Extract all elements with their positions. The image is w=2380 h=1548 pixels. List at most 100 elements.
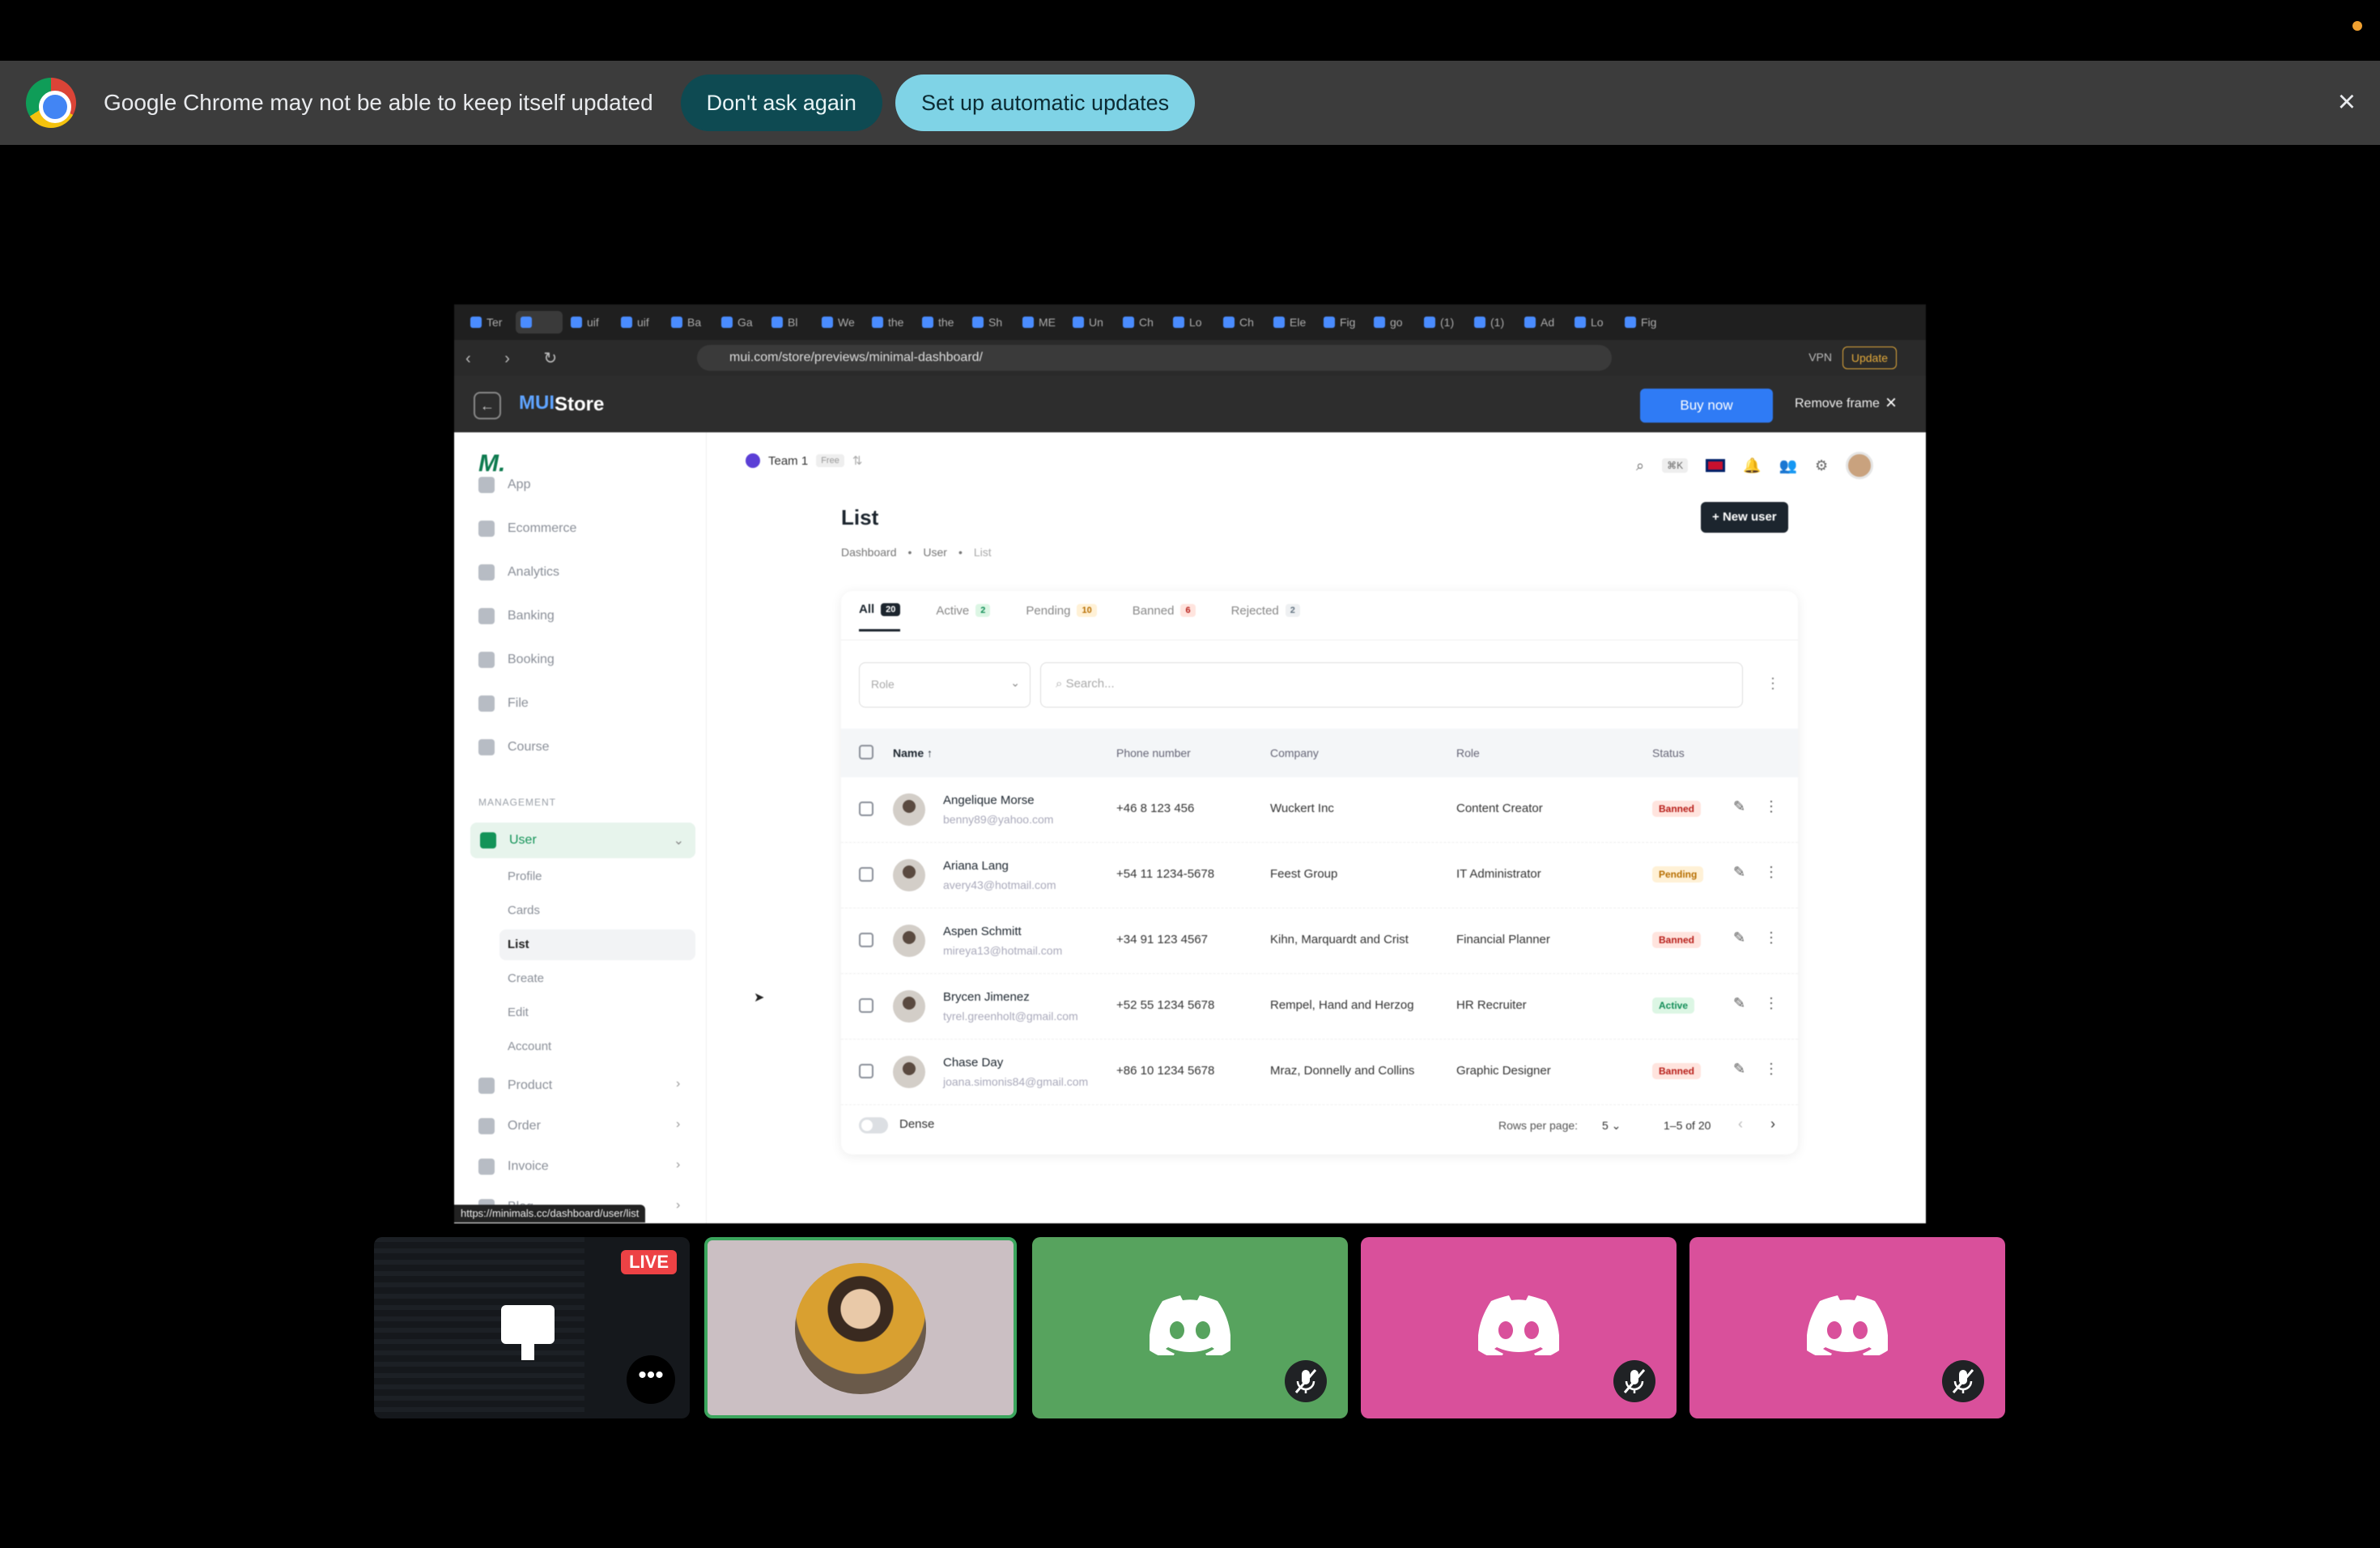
edit-pencil-icon[interactable]: ✎ [1733, 995, 1745, 1012]
search-icon[interactable]: ⌕ [1636, 457, 1644, 474]
column-name[interactable]: Name ↑ [893, 746, 933, 759]
browser-tab[interactable]: Sh [967, 311, 1014, 334]
browser-tab[interactable]: uif [616, 311, 663, 334]
browser-tab[interactable]: Ad [1519, 311, 1566, 334]
table-row[interactable]: Angelique Morse benny89@yahoo.com +46 8 12… [841, 777, 1798, 843]
browser-tab[interactable]: Bl [767, 311, 814, 334]
browser-tab[interactable]: (1) [1469, 311, 1516, 334]
browser-tab[interactable]: the [867, 311, 914, 334]
avatar[interactable] [1846, 452, 1874, 479]
new-user-button[interactable]: + New user [1701, 502, 1788, 533]
team-switcher[interactable]: Team 1 Free ⇅ [746, 453, 862, 468]
edit-pencil-icon[interactable]: ✎ [1733, 1061, 1745, 1078]
remove-frame-button[interactable]: Remove frame [1795, 397, 1880, 411]
breadcrumb-dashboard[interactable]: Dashboard [841, 546, 897, 559]
select-all-checkbox[interactable] [859, 745, 873, 759]
contacts-icon[interactable]: 👥 [1779, 457, 1797, 474]
tab-pending[interactable]: Pending 10 [1026, 602, 1097, 632]
sidebar-subitem-account[interactable]: Account [508, 1040, 551, 1053]
role-select[interactable]: Role ⌄ [859, 662, 1031, 708]
sidebar-subitem-create[interactable]: Create [508, 972, 544, 985]
browser-tab[interactable]: Fig [1319, 311, 1366, 334]
sidebar-item-product[interactable]: Product [478, 1074, 552, 1098]
column-status[interactable]: Status [1652, 746, 1685, 759]
browser-tab[interactable]: go [1369, 311, 1416, 334]
url-field[interactable]: mui.com/store/previews/minimal-dashboard… [697, 345, 1612, 371]
more-vertical-icon[interactable]: ⋮ [1764, 995, 1779, 1012]
settings-gear-icon[interactable]: ⚙ [1815, 457, 1828, 474]
next-page-icon[interactable]: › [1770, 1116, 1775, 1133]
vpn-label[interactable]: VPN [1808, 351, 1832, 364]
sidebar-item-banking[interactable]: Banking [478, 604, 555, 628]
column-phone[interactable]: Phone number [1116, 746, 1191, 759]
browser-tab[interactable]: ME [1018, 311, 1065, 334]
row-checkbox[interactable] [859, 802, 873, 816]
sidebar-item-order[interactable]: Order [478, 1114, 541, 1138]
sidebar-item-user[interactable]: User ⌄ [470, 823, 695, 858]
sidebar-subitem-cards[interactable]: Cards [508, 904, 540, 917]
browser-tab[interactable]: Un [1068, 311, 1115, 334]
participant-tile[interactable] [1361, 1237, 1677, 1418]
table-row[interactable]: Ariana Lang avery43@hotmail.com +54 11 123… [841, 843, 1798, 908]
sidebar-item-ecommerce[interactable]: Ecommerce [478, 517, 576, 541]
set-up-automatic-updates-button[interactable]: Set up automatic updates [895, 74, 1196, 131]
browser-tab[interactable] [516, 311, 563, 334]
browser-tab[interactable]: Ch [1218, 311, 1265, 334]
dont-ask-again-button[interactable]: Don't ask again [680, 74, 882, 131]
dense-toggle[interactable] [859, 1117, 888, 1133]
browser-tab[interactable]: Lo [1570, 311, 1617, 334]
more-vertical-icon[interactable]: ⋮ [1764, 1061, 1779, 1078]
sidebar-item-file[interactable]: File [478, 691, 529, 716]
browser-update-button[interactable]: Update [1842, 347, 1897, 369]
browser-tab[interactable]: We [817, 311, 864, 334]
edit-pencil-icon[interactable]: ✎ [1733, 798, 1745, 815]
table-row[interactable]: Aspen Schmitt mireya13@hotmail.com +34 91 … [841, 908, 1798, 974]
more-vertical-icon[interactable]: ⋮ [1764, 864, 1779, 881]
remove-frame-close-icon[interactable]: × [1885, 392, 1897, 415]
tab-active[interactable]: Active 2 [936, 602, 991, 632]
row-checkbox[interactable] [859, 998, 873, 1013]
browser-tab[interactable]: uif [566, 311, 613, 334]
browser-tab[interactable]: Ele [1269, 311, 1315, 334]
column-role[interactable]: Role [1456, 746, 1480, 759]
search-input[interactable]: ⌕ Search... [1040, 662, 1743, 708]
browser-tab[interactable]: Fig [1620, 311, 1667, 334]
participant-tile-speaking[interactable] [704, 1237, 1017, 1418]
browser-tab[interactable]: Ch [1118, 311, 1165, 334]
more-vertical-icon[interactable]: ⋮ [1764, 798, 1779, 815]
stream-tile-live[interactable]: LIVE ••• [374, 1237, 690, 1418]
browser-tab[interactable]: the [917, 311, 964, 334]
buy-now-button[interactable]: Buy now [1640, 389, 1773, 423]
more-options-icon[interactable]: ••• [627, 1355, 675, 1404]
column-company[interactable]: Company [1270, 746, 1319, 759]
sidebar-item-analytics[interactable]: Analytics [478, 560, 559, 585]
participant-tile[interactable] [1032, 1237, 1348, 1418]
prev-page-icon[interactable]: ‹ [1738, 1116, 1743, 1133]
sidebar-item-course[interactable]: Course [478, 735, 550, 759]
sidebar-item-invoice[interactable]: Invoice [478, 1155, 549, 1179]
row-checkbox[interactable] [859, 1064, 873, 1078]
participant-tile[interactable] [1689, 1237, 2005, 1418]
browser-tab[interactable]: Lo [1168, 311, 1215, 334]
browser-nav-arrows-icon[interactable]: ‹ › ↻ [465, 348, 572, 368]
tab-all[interactable]: All 20 [859, 602, 901, 632]
uk-flag-icon[interactable] [1706, 459, 1726, 472]
row-checkbox[interactable] [859, 867, 873, 882]
sidebar-item-app[interactable]: App [478, 473, 530, 497]
table-row[interactable]: Chase Day joana.simonis84@gmail.com +86 10… [841, 1040, 1798, 1105]
more-vertical-icon[interactable]: ⋮ [1764, 929, 1779, 946]
browser-tab[interactable]: (1) [1419, 311, 1466, 334]
notifications-icon[interactable]: 🔔 [1743, 457, 1761, 474]
row-checkbox[interactable] [859, 933, 873, 947]
close-icon[interactable]: × [2338, 87, 2356, 117]
table-row[interactable]: Brycen Jimenez tyrel.greenholt@gmail.com +… [841, 974, 1798, 1040]
tab-banned[interactable]: Banned 6 [1133, 602, 1196, 632]
back-arrow-icon[interactable]: ← [474, 392, 501, 419]
browser-tab[interactable]: Ter [465, 311, 512, 334]
edit-pencil-icon[interactable]: ✎ [1733, 864, 1745, 881]
tab-rejected[interactable]: Rejected 2 [1231, 602, 1300, 632]
more-vertical-icon[interactable]: ⋮ [1766, 675, 1780, 692]
browser-tab[interactable]: Ga [716, 311, 763, 334]
sidebar-subitem-edit[interactable]: Edit [508, 1006, 529, 1019]
rows-per-page-select[interactable]: 5 ⌄ [1602, 1119, 1621, 1133]
